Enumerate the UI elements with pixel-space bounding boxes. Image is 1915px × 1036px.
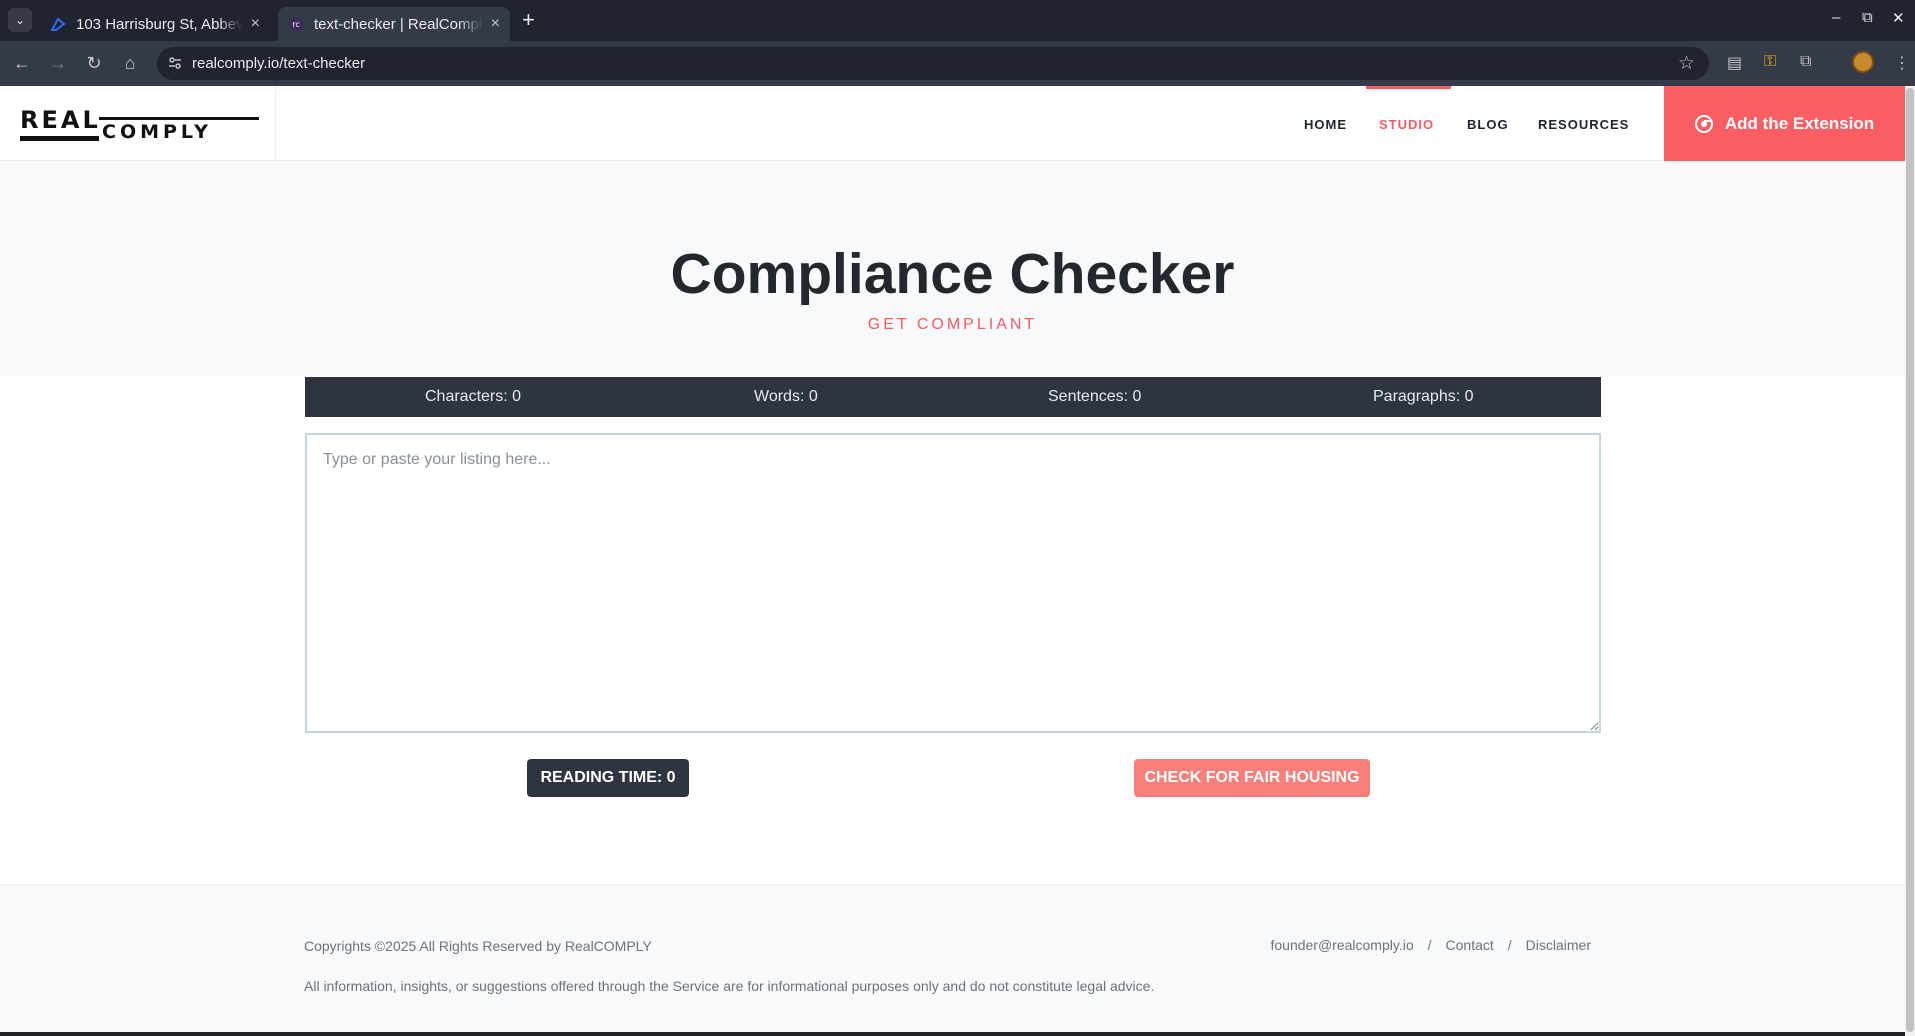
page-title: Compliance Checker bbox=[670, 242, 1235, 306]
page-scrollbar[interactable] bbox=[1905, 86, 1915, 1036]
footer-separator: / bbox=[1507, 937, 1512, 953]
footer-email-link[interactable]: founder@realcomply.io bbox=[1270, 937, 1413, 953]
tab-title: 103 Harrisburg St, Abbeville bbox=[76, 15, 243, 33]
browser-tab-listing[interactable]: 103 Harrisburg St, Abbeville × bbox=[40, 7, 270, 41]
close-window-icon[interactable]: ✕ bbox=[1892, 9, 1905, 27]
url-text: realcomply.io/text-checker bbox=[192, 55, 366, 72]
legal-disclaimer-text: All information, insights, or suggestion… bbox=[304, 978, 1155, 994]
restore-icon[interactable]: ⧉ bbox=[1862, 9, 1873, 26]
page-tagline: GET COMPLIANT bbox=[867, 316, 1038, 333]
add-extension-button[interactable]: Add the Extension bbox=[1664, 86, 1905, 161]
site-header: REAL COMPLY HOME STUDIO BLOG RESOURCES A… bbox=[0, 86, 1905, 161]
words-count: Words: 0 bbox=[754, 388, 818, 405]
sentences-count: Sentences: 0 bbox=[1048, 388, 1142, 405]
reload-icon[interactable]: ↻ bbox=[84, 53, 104, 74]
footer-links: founder@realcomply.io / Contact / Discla… bbox=[1270, 937, 1591, 953]
site-info-icon[interactable] bbox=[167, 55, 183, 71]
browser-tab-text-checker[interactable]: rc text-checker | RealComply × bbox=[278, 7, 510, 41]
hero-section: Compliance Checker GET COMPLIANT bbox=[0, 161, 1905, 376]
logo-word-real: REAL bbox=[20, 106, 101, 134]
address-bar[interactable]: realcomply.io/text-checker ☆ bbox=[157, 47, 1709, 80]
reading-time-button[interactable]: READING TIME: 0 bbox=[527, 759, 689, 797]
more-menu-icon[interactable]: ⋮ bbox=[1894, 53, 1910, 73]
close-tab-icon[interactable]: × bbox=[251, 15, 260, 33]
add-extension-label: Add the Extension bbox=[1724, 113, 1875, 133]
logo-container: REAL COMPLY bbox=[0, 86, 276, 161]
back-icon[interactable]: ← bbox=[12, 53, 32, 74]
footer-contact-link[interactable]: Contact bbox=[1446, 937, 1494, 953]
site-footer: Copyrights ©2025 All Rights Reserved by … bbox=[0, 884, 1905, 1032]
password-key-icon[interactable]: ⚿ bbox=[1764, 53, 1776, 71]
new-tab-button[interactable]: + bbox=[522, 7, 535, 33]
extensions-puzzle-icon[interactable]: ⧉ bbox=[1800, 53, 1811, 71]
zillow-favicon-icon bbox=[50, 17, 66, 31]
svg-text:rc: rc bbox=[292, 20, 300, 29]
check-fair-housing-button[interactable]: CHECK FOR FAIR HOUSING bbox=[1134, 759, 1370, 797]
minimize-icon[interactable]: – bbox=[1832, 9, 1840, 26]
realcomply-favicon-icon: rc bbox=[289, 17, 303, 31]
nav-blog[interactable]: BLOG bbox=[1467, 117, 1509, 132]
home-icon[interactable]: ⌂ bbox=[120, 53, 140, 74]
forward-icon[interactable]: → bbox=[48, 53, 68, 74]
footer-disclaimer-link[interactable]: Disclaimer bbox=[1526, 937, 1591, 953]
profile-avatar[interactable] bbox=[1852, 51, 1874, 73]
listing-text-input[interactable] bbox=[305, 433, 1601, 733]
reading-mode-icon[interactable]: ▤ bbox=[1727, 53, 1742, 73]
text-stats-bar: Characters: 0 Words: 0 Sentences: 0 Para… bbox=[305, 377, 1601, 417]
nav-studio[interactable]: STUDIO bbox=[1379, 117, 1434, 132]
browser-toolbar: ← → ↻ ⌂ realcomply.io/text-checker ☆ ▤ ⚿… bbox=[0, 41, 1915, 86]
chrome-icon bbox=[1694, 114, 1713, 133]
web-page: REAL COMPLY HOME STUDIO BLOG RESOURCES A… bbox=[0, 86, 1905, 1032]
logo-overline bbox=[99, 117, 259, 120]
close-tab-icon[interactable]: × bbox=[491, 15, 500, 33]
paragraphs-count: Paragraphs: 0 bbox=[1373, 388, 1474, 405]
logo-underline bbox=[20, 136, 99, 141]
footer-separator: / bbox=[1427, 937, 1432, 953]
nav-home[interactable]: HOME bbox=[1304, 117, 1347, 132]
copyright-text: Copyrights ©2025 All Rights Reserved by … bbox=[304, 938, 652, 954]
tab-search-button[interactable]: ⌄ bbox=[8, 8, 32, 32]
browser-tabstrip: ⌄ 103 Harrisburg St, Abbeville × rc text… bbox=[0, 0, 1915, 41]
nav-active-indicator bbox=[1366, 86, 1451, 89]
bookmark-star-icon[interactable]: ☆ bbox=[1678, 52, 1695, 75]
scrollbar-thumb[interactable] bbox=[1906, 88, 1914, 1032]
characters-count: Characters: 0 bbox=[425, 388, 522, 405]
logo-word-comply: COMPLY bbox=[102, 121, 212, 143]
nav-resources[interactable]: RESOURCES bbox=[1538, 117, 1629, 132]
tab-title: text-checker | RealComply bbox=[314, 15, 483, 33]
